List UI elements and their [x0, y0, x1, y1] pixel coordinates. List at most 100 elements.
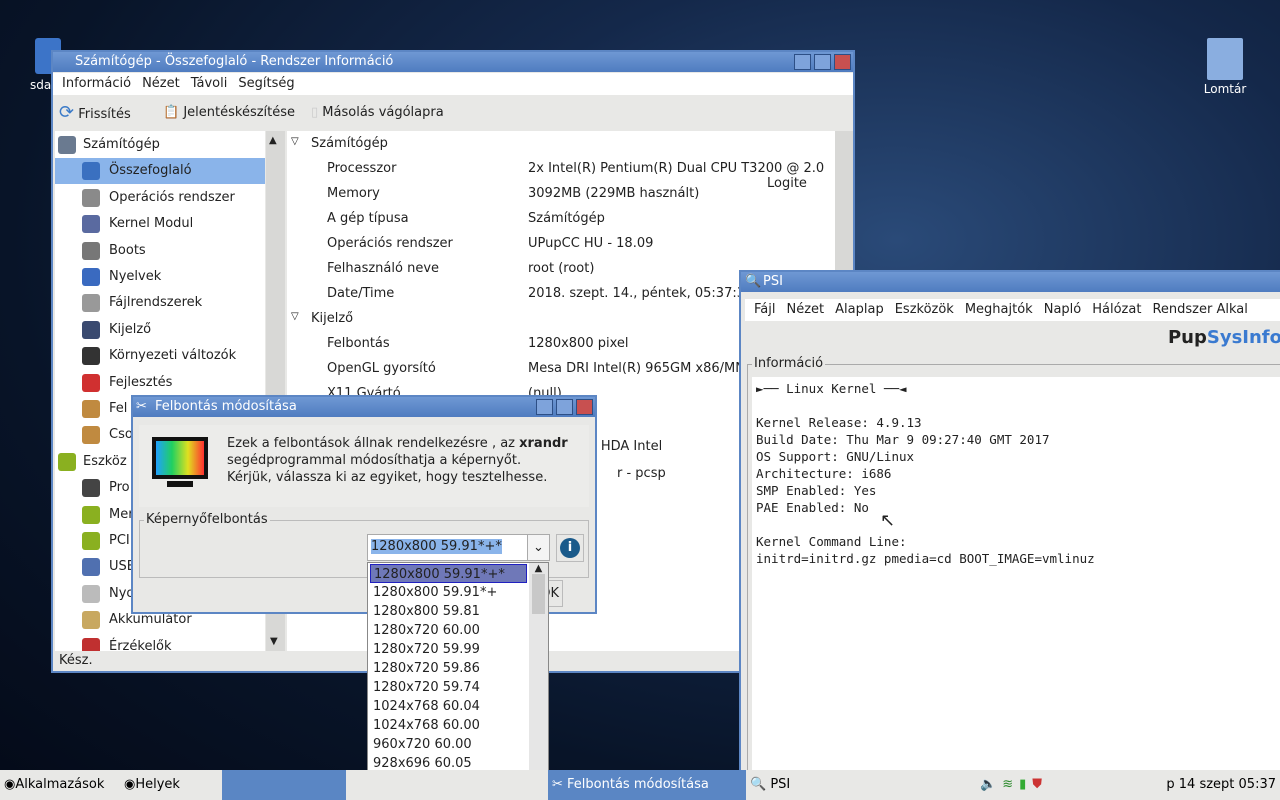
clock[interactable]: p 14 szept 05:37 [1166, 770, 1276, 800]
group-label: Információ [752, 356, 826, 371]
item-icon [58, 452, 76, 471]
item-icon [82, 558, 100, 577]
dropdown-scrollbar[interactable]: ▲ [529, 563, 548, 799]
item-icon [82, 584, 100, 603]
battery-icon[interactable]: ▮ [1019, 777, 1032, 792]
dropdown-option[interactable]: 960x720 60.00 [370, 735, 527, 754]
network-icon[interactable]: ≋ [1002, 777, 1019, 792]
field-label: Operációs rendszer [327, 236, 453, 251]
menu-item[interactable]: Hálózat [1092, 302, 1141, 317]
resolution-dropdown-list[interactable]: ▲ 1280x800 59.91*+* 1280x800 59.91*+ 1280x… [367, 562, 549, 800]
sidebar-item[interactable]: Számítógép [55, 132, 265, 158]
info-text[interactable]: ►── Linux Kernel ──◄ Kernel Release: 4.9.… [752, 377, 1280, 770]
close-button[interactable] [576, 399, 593, 415]
desktop-icon-label: Lomtár [1203, 82, 1247, 96]
dropdown-option[interactable]: 1024x768 60.04 [370, 697, 527, 716]
sidebar-item[interactable]: Környezeti változók [55, 343, 265, 369]
sidebar-item[interactable]: Kernel Modul [55, 211, 265, 237]
info-line: ►── Linux Kernel ──◄ [756, 381, 907, 396]
refresh-button[interactable]: ⟳ Frissítés [59, 97, 131, 131]
menu-item[interactable]: Távoli [191, 76, 228, 91]
places-menu[interactable]: ◉Helyek [124, 770, 180, 800]
task-psi[interactable]: 🔍 PSI [748, 770, 790, 800]
menu-bar: Fájl Nézet Alaplap Eszközök Meghajtók Napló Há… [745, 299, 1280, 321]
close-button[interactable] [834, 54, 851, 70]
dropdown-option[interactable]: 1280x720 60.00 [370, 621, 527, 640]
menu-item[interactable]: Nézet [786, 302, 824, 317]
window-title: PSI [763, 274, 783, 289]
info-line: Architecture: i686 [756, 466, 892, 481]
info-panel: Ezek a felbontások állnak rendelkezésre … [139, 425, 589, 507]
item-icon [82, 373, 100, 392]
sidebar-item-label: Akkumulátor [109, 612, 192, 628]
copy-button[interactable]: ▯ Másolás vágólapra [311, 97, 444, 129]
desktop-icon-trash[interactable]: Lomtár [1200, 38, 1250, 96]
resolution-combo[interactable]: 1280x800 59.91*+* ⌄ [367, 534, 550, 561]
sidebar-item[interactable]: Fejlesztés [55, 370, 265, 396]
applications-menu[interactable]: ◉Alkalmazások [4, 770, 104, 800]
title-bar[interactable]: ✂ Felbontás módosítása [133, 397, 595, 417]
info-line [756, 516, 1278, 533]
sidebar-item[interactable]: Boots [55, 238, 265, 264]
item-icon [82, 611, 100, 630]
dropdown-option[interactable]: 1280x720 59.74 [370, 678, 527, 697]
info-button[interactable]: i [556, 534, 584, 562]
item-icon [82, 215, 100, 234]
sidebar-item[interactable]: Kijelző [55, 317, 265, 343]
psi-window: 🔍 PSI Fájl Nézet Alaplap Eszközök Meghajtók Na… [739, 270, 1280, 773]
task-resolution-dialog[interactable]: ✂ Felbontás módosítása [548, 770, 746, 800]
description-text: Ezek a felbontások állnak rendelkezésre … [227, 436, 520, 451]
menu-item[interactable]: Alaplap [835, 302, 884, 317]
sidebar-item[interactable]: Fájlrendszerek [55, 290, 265, 316]
item-icon [82, 400, 100, 418]
item-icon [82, 505, 100, 524]
sidebar-item-label: Összefoglaló [109, 163, 192, 179]
minimize-button[interactable] [794, 54, 811, 70]
menu-item[interactable]: Nézet [142, 76, 180, 91]
maximize-button[interactable] [556, 399, 573, 415]
sidebar-item-label: Mer [109, 506, 134, 522]
title-bar[interactable]: Számítógép - Összefoglaló - Rendszer Inf… [53, 52, 853, 72]
refresh-icon: ⟳ [59, 102, 75, 123]
dropdown-option[interactable]: 1280x720 59.99 [370, 640, 527, 659]
dropdown-option[interactable]: 1280x800 59.91*+* [370, 564, 527, 583]
workspace-pager[interactable] [222, 770, 346, 800]
menu-item[interactable]: Fájl [754, 302, 775, 317]
dropdown-option[interactable]: 1280x800 59.91*+ [370, 583, 527, 602]
chevron-down-icon[interactable]: ⌄ [527, 535, 549, 560]
sidebar-item[interactable]: Érzékelők [55, 634, 265, 651]
menu-item[interactable]: Meghajtók [965, 302, 1033, 317]
item-icon [82, 479, 100, 498]
shield-icon[interactable]: ⛊ [1032, 777, 1048, 792]
sidebar-item-label: Fel [109, 401, 128, 416]
title-bar[interactable]: 🔍 PSI [741, 272, 1280, 292]
dropdown-option[interactable]: 1280x720 59.86 [370, 659, 527, 678]
field-value: 1280x800 pixel [528, 336, 629, 351]
trash-icon [1207, 38, 1243, 80]
dropdown-option[interactable]: 1024x768 60.00 [370, 716, 527, 735]
magnifier-icon: 🔍 [745, 274, 762, 289]
field-fragment: Logite [767, 176, 807, 191]
sidebar-item[interactable]: Nyelvek [55, 264, 265, 290]
info-line: Kernel Command Line: [756, 534, 907, 549]
report-button[interactable]: 📋 Jelentéskészítése [163, 97, 295, 129]
sidebar-item[interactable]: Operációs rendszer [55, 185, 265, 211]
info-line: initrd=initrd.gz pmedia=cd BOOT_IMAGE=vm… [756, 551, 1095, 566]
menu-item[interactable]: Segítség [238, 76, 294, 91]
section-toggle-icon[interactable]: ▽ [291, 136, 299, 147]
section-title: Kijelző [311, 311, 354, 326]
volume-icon[interactable]: 🔈 [980, 777, 1002, 792]
maximize-button[interactable] [814, 54, 831, 70]
field-value: 3092MB (229MB használt) [528, 186, 700, 201]
sidebar-item[interactable]: Összefoglaló [55, 158, 265, 185]
menu-item[interactable]: Napló [1044, 302, 1082, 317]
dropdown-option[interactable]: 1280x800 59.81 [370, 602, 527, 621]
menu-bar: Információ Nézet Távoli Segítség [53, 73, 853, 95]
combo-value: 1280x800 59.91*+* [371, 539, 502, 554]
section-toggle-icon[interactable]: ▽ [291, 311, 299, 322]
minimize-button[interactable] [536, 399, 553, 415]
menu-item[interactable]: Információ [62, 76, 131, 91]
menu-item[interactable]: Eszközök [895, 302, 954, 317]
clipboard-icon: 📋 [163, 105, 180, 120]
menu-item[interactable]: Rendszer Alkal [1152, 302, 1247, 317]
